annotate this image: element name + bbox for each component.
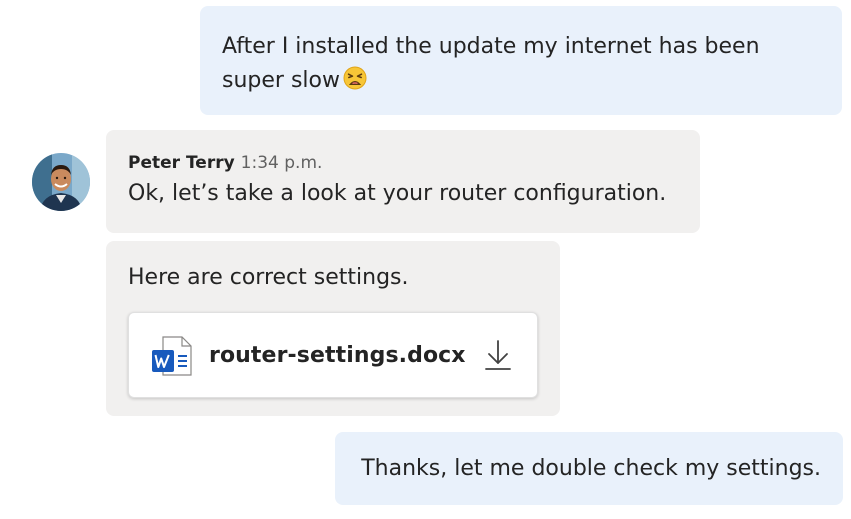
incoming-message: Peter Terry 1:34 p.m. Ok, let’s take a lo… — [106, 130, 700, 233]
message-timestamp: 1:34 p.m. — [240, 153, 323, 173]
message-text: Here are correct settings. — [128, 265, 409, 290]
message-text: After I installed the update my internet… — [222, 34, 760, 93]
avatar[interactable] — [32, 153, 90, 211]
message-header: Peter Terry 1:34 p.m. — [128, 152, 678, 174]
sender-name: Peter Terry — [128, 153, 235, 173]
file-name[interactable]: router-settings.docx — [209, 339, 466, 373]
weary-face-icon — [343, 66, 367, 90]
outgoing-message: Thanks, let me double check my settings. — [335, 432, 843, 505]
download-icon[interactable] — [483, 337, 513, 373]
message-text: Thanks, let me double check my settings. — [361, 456, 821, 481]
word-document-icon — [151, 336, 193, 376]
file-attachment-card[interactable]: router-settings.docx — [128, 312, 538, 398]
incoming-message: Here are correct settings. router-settin… — [106, 241, 560, 416]
message-text: Ok, let’s take a look at your router con… — [128, 181, 667, 206]
outgoing-message: After I installed the update my internet… — [200, 6, 842, 115]
